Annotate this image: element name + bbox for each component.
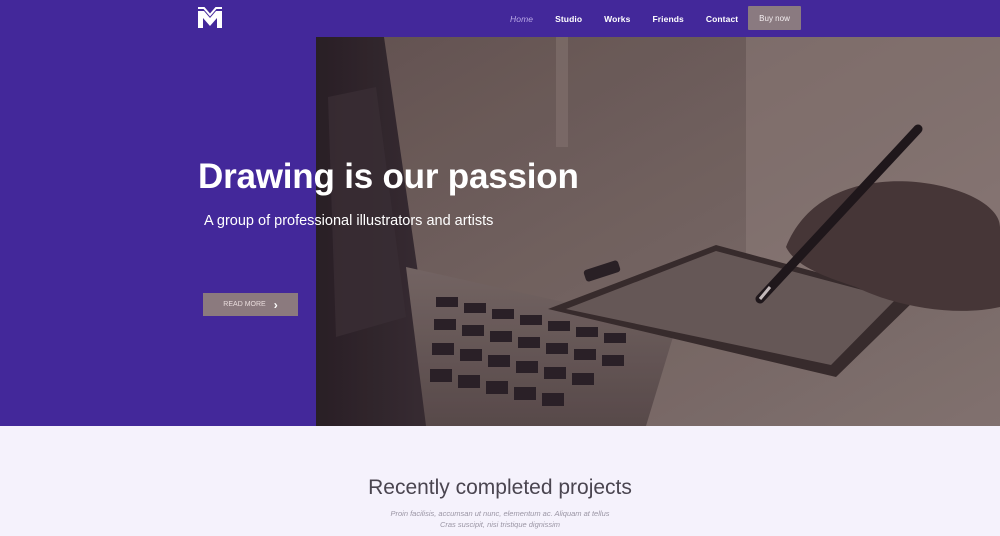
hero-image [316,37,1000,426]
hero-title: Drawing is our passion [198,157,579,196]
hero-section: Drawing is our passion A group of profes… [0,37,1000,426]
nav-item-home[interactable]: Home [510,14,533,24]
nav-menu: Home Studio Works Friends Contact [510,0,760,37]
projects-description-line: Cras suscipit, nisi tristique dignissim [439,520,561,529]
projects-section-title: Recently completed projects [368,476,632,499]
read-more-label: READ MORE [223,301,266,308]
nav-item-friends[interactable]: Friends [652,14,683,24]
nav-item-studio[interactable]: Studio [555,14,582,24]
nav-item-contact[interactable]: Contact [706,14,738,24]
top-navbar: Home Studio Works Friends Contact Buy no… [0,0,1000,37]
logo-icon[interactable] [197,7,223,29]
read-more-button[interactable]: READ MORE › [203,293,298,316]
buy-now-button[interactable]: Buy now [748,6,801,30]
projects-description-line: Proin facilisis, accumsan ut nunc, eleme… [390,509,610,518]
chevron-right-icon: › [273,297,278,312]
projects-description: Proin facilisis, accumsan ut nunc, eleme… [0,508,1000,530]
nav-item-works[interactable]: Works [604,14,630,24]
hero-subtitle: A group of professional illustrators and… [204,213,494,229]
